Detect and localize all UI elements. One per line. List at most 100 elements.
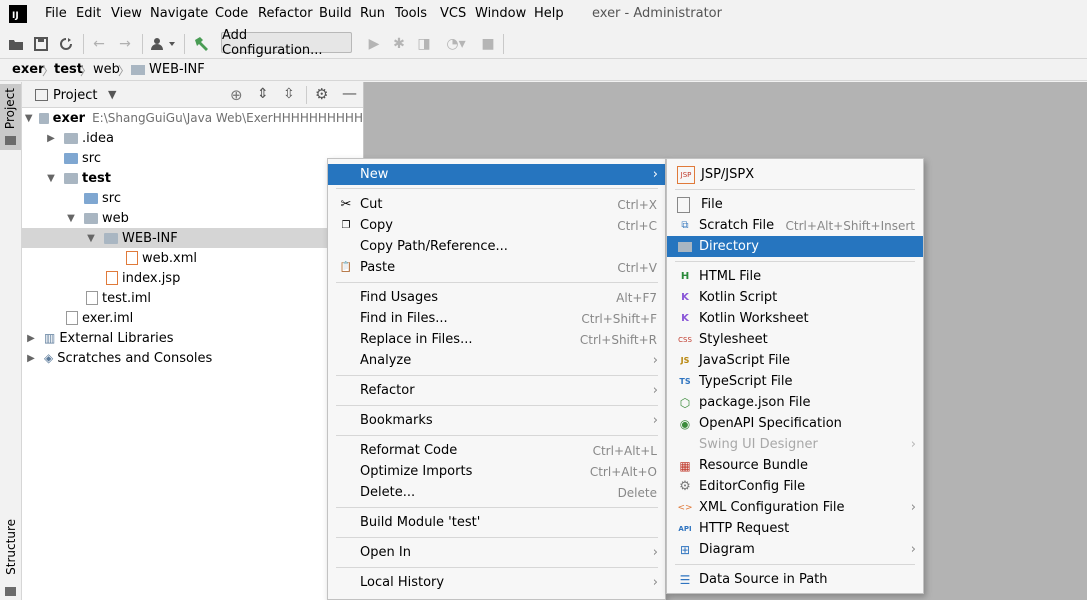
menu-view[interactable]: View (111, 6, 142, 21)
chevron-down-icon[interactable]: ▼ (84, 233, 98, 244)
chevron-down-icon[interactable]: ▼ (64, 213, 78, 224)
menu-label: JSP/JSPX (701, 167, 755, 182)
tree-row-test-iml[interactable]: test.iml (22, 288, 363, 308)
new-item-jsp[interactable]: JSP JSP/JSPX (667, 164, 923, 185)
breadcrumb-web[interactable]: web (93, 62, 120, 77)
coverage-icon[interactable]: ◨ (416, 36, 432, 52)
build-hammer-icon[interactable] (193, 36, 209, 52)
locate-icon[interactable]: ⊕ (230, 86, 243, 104)
sync-icon[interactable] (58, 36, 74, 52)
menu-item-cut[interactable]: ✂ Cut Ctrl+X (328, 194, 665, 215)
tree-row-src[interactable]: src (22, 148, 363, 168)
menu-item-bookmarks[interactable]: Bookmarks › (328, 410, 665, 431)
new-item-data-source[interactable]: ☰ Data Source in Path (667, 569, 923, 590)
new-item-directory[interactable]: Directory (667, 236, 923, 257)
menu-refactor[interactable]: Refactor (258, 6, 313, 21)
menu-help[interactable]: Help (534, 6, 564, 21)
new-item-editorconfig[interactable]: ⚙ EditorConfig File (667, 476, 923, 497)
menu-item-reformat-code[interactable]: Reformat Code Ctrl+Alt+L (328, 440, 665, 461)
menu-label: TypeScript File (699, 374, 793, 389)
chevron-right-icon[interactable]: ▶ (24, 333, 38, 344)
menu-run[interactable]: Run (360, 6, 385, 21)
menu-edit[interactable]: Edit (76, 6, 101, 21)
expand-all-icon[interactable]: ⇕ (257, 86, 269, 102)
project-view-title[interactable]: Project (53, 88, 97, 103)
menu-item-delete[interactable]: Delete... Delete (328, 482, 665, 503)
chevron-right-icon[interactable]: ▶ (24, 353, 38, 364)
collapse-all-icon[interactable]: ⇳ (283, 86, 295, 102)
menu-item-build-module[interactable]: Build Module 'test' (328, 512, 665, 533)
tree-row-web-inf[interactable]: ▼ WEB-INF (22, 228, 363, 248)
new-item-scratch-file[interactable]: ⧉ Scratch File Ctrl+Alt+Shift+Insert (667, 215, 923, 236)
new-item-kotlin-script[interactable]: K Kotlin Script (667, 287, 923, 308)
tree-row-test[interactable]: ▼ test (22, 168, 363, 188)
menu-build[interactable]: Build (319, 6, 352, 21)
tree-row-exer[interactable]: ▼ exer E:\ShangGuiGu\Java Web\ExerHHHHHH… (22, 108, 363, 128)
tree-row-external-libraries[interactable]: ▶ ▥ External Libraries (22, 328, 363, 348)
debug-icon[interactable]: ✱ (391, 36, 407, 52)
new-item-http-request[interactable]: API HTTP Request (667, 518, 923, 539)
menu-item-replace-in-files[interactable]: Replace in Files... Ctrl+Shift+R (328, 329, 665, 350)
new-item-file[interactable]: File (667, 194, 923, 215)
chevron-right-icon[interactable]: ▶ (44, 133, 58, 144)
structure-tool-tab[interactable]: Structure (0, 515, 21, 600)
menu-item-copy-path[interactable]: Copy Path/Reference... (328, 236, 665, 257)
add-configuration-button[interactable]: Add Configuration... (221, 28, 352, 58)
menu-item-local-history[interactable]: Local History › (328, 572, 665, 593)
tree-row-idea[interactable]: ▶ .idea (22, 128, 363, 148)
menu-item-paste[interactable]: 📋 Paste Ctrl+V (328, 257, 665, 278)
back-arrow-icon[interactable]: ← (91, 36, 107, 52)
tree-row-index-jsp[interactable]: index.jsp (22, 268, 363, 288)
menu-code[interactable]: Code (215, 6, 248, 21)
new-item-package-json[interactable]: ⬡ package.json File (667, 392, 923, 413)
user-dropdown-icon[interactable] (151, 36, 177, 52)
menu-item-find-usages[interactable]: Find Usages Alt+F7 (328, 287, 665, 308)
tree-row-exer-iml[interactable]: exer.iml (22, 308, 363, 328)
menu-item-new[interactable]: New › (328, 164, 665, 185)
hide-panel-icon[interactable]: — (342, 84, 357, 102)
new-item-javascript-file[interactable]: JS JavaScript File (667, 350, 923, 371)
new-item-html-file[interactable]: H HTML File (667, 266, 923, 287)
menu-item-copy[interactable]: ❐ Copy Ctrl+C (328, 215, 665, 236)
tree-row-scratches[interactable]: ▶ ◈ Scratches and Consoles (22, 348, 363, 368)
chevron-down-icon[interactable]: ▼ (44, 173, 58, 184)
breadcrumb-exer[interactable]: exer (12, 62, 44, 77)
new-item-stylesheet[interactable]: CSS Stylesheet (667, 329, 923, 350)
new-item-typescript-file[interactable]: TS TypeScript File (667, 371, 923, 392)
chevron-down-icon[interactable]: ▼ (108, 88, 116, 101)
new-item-openapi[interactable]: ◉ OpenAPI Specification (667, 413, 923, 434)
menu-item-open-in[interactable]: Open In › (328, 542, 665, 563)
tree-row-test-src[interactable]: src (22, 188, 363, 208)
menu-item-optimize-imports[interactable]: Optimize Imports Ctrl+Alt+O (328, 461, 665, 482)
window-title: exer - Administrator (592, 6, 722, 21)
menu-item-refactor[interactable]: Refactor › (328, 380, 665, 401)
folder-icon (677, 239, 693, 255)
breadcrumb-test[interactable]: test (54, 62, 83, 77)
project-tool-tab[interactable]: Project (0, 84, 21, 150)
menu-tools[interactable]: Tools (395, 6, 427, 21)
save-icon[interactable] (33, 36, 49, 52)
menu-window[interactable]: Window (475, 6, 526, 21)
gear-icon[interactable]: ⚙ (315, 85, 328, 103)
new-item-xml-configuration[interactable]: <> XML Configuration File › (667, 497, 923, 518)
new-item-kotlin-worksheet[interactable]: K Kotlin Worksheet (667, 308, 923, 329)
iml-file-icon (66, 311, 78, 325)
chevron-down-icon[interactable]: ▼ (24, 113, 33, 124)
menu-item-find-in-files[interactable]: Find in Files... Ctrl+Shift+F (328, 308, 665, 329)
new-item-diagram[interactable]: ⊞ Diagram › (667, 539, 923, 560)
new-item-swing-ui-designer[interactable]: Swing UI Designer › (667, 434, 923, 455)
menu-file[interactable]: File (45, 6, 67, 21)
profile-dropdown-icon[interactable]: ◔▾ (441, 36, 471, 52)
forward-arrow-icon[interactable]: → (117, 36, 133, 52)
tree-row-web-xml[interactable]: web.xml (22, 248, 363, 268)
tree-row-web[interactable]: ▼ web (22, 208, 363, 228)
run-icon[interactable]: ▶ (366, 36, 382, 52)
menu-item-analyze[interactable]: Analyze › (328, 350, 665, 371)
new-item-resource-bundle[interactable]: ▦ Resource Bundle (667, 455, 923, 476)
open-folder-icon[interactable] (8, 36, 24, 52)
breadcrumb-web-inf[interactable]: WEB-INF (149, 62, 205, 77)
shortcut: Ctrl+C (617, 218, 657, 233)
stop-icon[interactable]: ■ (480, 36, 496, 52)
menu-vcs[interactable]: VCS (440, 6, 466, 21)
menu-navigate[interactable]: Navigate (150, 6, 208, 21)
